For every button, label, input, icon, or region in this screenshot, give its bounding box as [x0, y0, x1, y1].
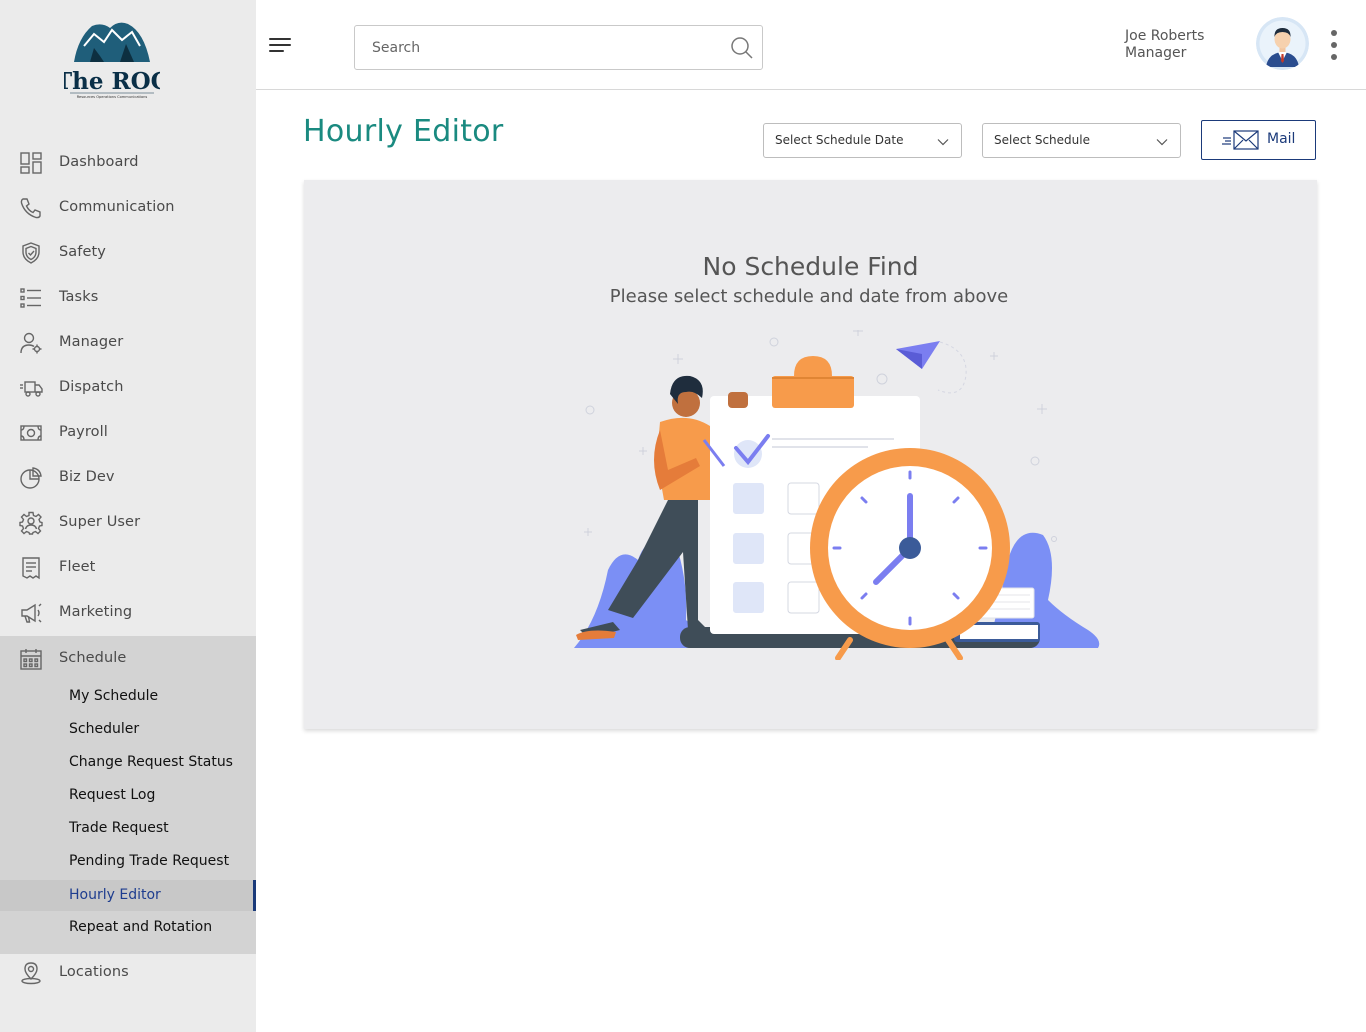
shield-icon — [22, 242, 40, 264]
gear-user-icon — [19, 511, 43, 535]
logo-tagline: Resources Operations Communications — [77, 95, 148, 99]
page-title: Hourly Editor — [303, 114, 504, 149]
chevron-down-icon — [937, 139, 949, 146]
subitem-change-request-status[interactable]: Change Request Status — [0, 747, 256, 778]
subitem-label: Change Request Status — [69, 754, 233, 770]
user-info: Joe Roberts Manager — [1125, 28, 1204, 62]
receipt-icon — [22, 557, 40, 580]
subitem-trade-request[interactable]: Trade Request — [0, 813, 256, 844]
search-input[interactable] — [372, 38, 712, 58]
sidebar-item-payroll[interactable]: Payroll — [0, 410, 256, 455]
sidebar-item-super-user[interactable]: Super User — [0, 500, 256, 545]
sidebar-item-label: Schedule — [59, 650, 127, 666]
sidebar-item-fleet[interactable]: Fleet — [0, 545, 256, 590]
subitem-label: Repeat and Rotation — [69, 919, 213, 935]
user-role: Manager — [1125, 45, 1187, 61]
empty-state-title: No Schedule Find — [702, 252, 919, 281]
mail-button[interactable]: Mail — [1201, 120, 1316, 160]
subitem-label: Hourly Editor — [69, 887, 161, 903]
dashboard-icon — [20, 152, 42, 174]
chevron-down-icon — [1156, 139, 1168, 146]
schedule-section: Schedule My Schedule Scheduler Change Re… — [0, 636, 256, 954]
sidebar-item-biz-dev[interactable]: Biz Dev — [0, 455, 256, 500]
pie-chart-icon — [20, 467, 42, 489]
truck-icon — [20, 381, 43, 397]
megaphone-icon — [21, 603, 42, 623]
subitem-hourly-editor[interactable]: Hourly Editor — [0, 880, 256, 911]
svg-text:The ROC: The ROC — [64, 68, 160, 95]
sidebar-item-safety[interactable]: Safety — [0, 230, 256, 275]
subitem-pending-trade-request[interactable]: Pending Trade Request — [0, 846, 256, 877]
schedule-select[interactable]: Select Schedule — [982, 123, 1181, 158]
empty-schedule-illustration — [574, 330, 1100, 660]
select-value: Select Schedule — [994, 133, 1090, 147]
sidebar-item-label: Super User — [59, 514, 141, 530]
sidebar-item-manager[interactable]: Manager — [0, 320, 256, 365]
sidebar-item-label: Fleet — [59, 559, 96, 575]
sidebar-item-label: Biz Dev — [59, 469, 115, 485]
sidebar-item-label: Locations — [59, 964, 129, 980]
sidebar-item-label: Payroll — [59, 424, 108, 440]
empty-state-subtitle: Please select schedule and date from abo… — [609, 286, 1009, 307]
menu-toggle-icon[interactable] — [269, 38, 291, 54]
list-icon — [20, 288, 41, 308]
envelope-icon — [1222, 130, 1259, 150]
subitem-label: My Schedule — [69, 688, 159, 704]
calendar-icon — [20, 649, 42, 670]
sidebar-item-dashboard[interactable]: Dashboard — [0, 140, 256, 185]
sidebar-item-label: Manager — [59, 334, 124, 350]
money-icon — [20, 425, 42, 441]
sidebar-item-schedule[interactable]: Schedule — [0, 636, 256, 681]
mail-label: Mail — [1267, 131, 1296, 147]
sidebar-item-marketing[interactable]: Marketing — [0, 590, 256, 635]
sidebar-item-label: Tasks — [59, 289, 99, 305]
schedule-date-select[interactable]: Select Schedule Date — [763, 123, 962, 158]
sidebar-item-locations[interactable]: Locations — [0, 950, 256, 995]
location-pin-icon — [21, 962, 41, 985]
phone-icon — [20, 198, 41, 219]
more-options-icon[interactable] — [1328, 30, 1340, 60]
avatar[interactable] — [1256, 17, 1309, 70]
subitem-label: Scheduler — [69, 721, 140, 737]
search-icon[interactable] — [730, 36, 754, 60]
subitem-scheduler[interactable]: Scheduler — [0, 714, 256, 745]
sidebar-item-label: Communication — [59, 199, 175, 215]
user-name: Joe Roberts — [1125, 28, 1205, 44]
subitem-request-log[interactable]: Request Log — [0, 780, 256, 811]
subitem-label: Request Log — [69, 787, 156, 803]
subitem-repeat-and-rotation[interactable]: Repeat and Rotation — [0, 912, 256, 943]
sidebar-item-label: Dashboard — [59, 154, 139, 170]
search-box — [354, 25, 763, 70]
subitem-label: Pending Trade Request — [69, 853, 230, 869]
sidebar-item-label: Dispatch — [59, 379, 124, 395]
sidebar-item-dispatch[interactable]: Dispatch — [0, 365, 256, 410]
schedule-panel: No Schedule Find Please select schedule … — [304, 180, 1317, 729]
roc-logo[interactable]: The ROC Resources Operations Communicati… — [55, 18, 169, 100]
select-value: Select Schedule Date — [775, 133, 904, 147]
subitem-label: Trade Request — [69, 820, 169, 836]
top-bar: Joe Roberts Manager — [256, 0, 1366, 90]
sidebar-item-label: Marketing — [59, 604, 133, 620]
manager-icon — [20, 332, 42, 354]
sidebar: The ROC Resources Operations Communicati… — [0, 0, 256, 1032]
sidebar-item-label: Safety — [59, 244, 106, 260]
sidebar-item-communication[interactable]: Communication — [0, 185, 256, 230]
subitem-my-schedule[interactable]: My Schedule — [0, 681, 256, 712]
sidebar-item-tasks[interactable]: Tasks — [0, 275, 256, 320]
app-root: The ROC Resources Operations Communicati… — [0, 0, 1366, 1032]
